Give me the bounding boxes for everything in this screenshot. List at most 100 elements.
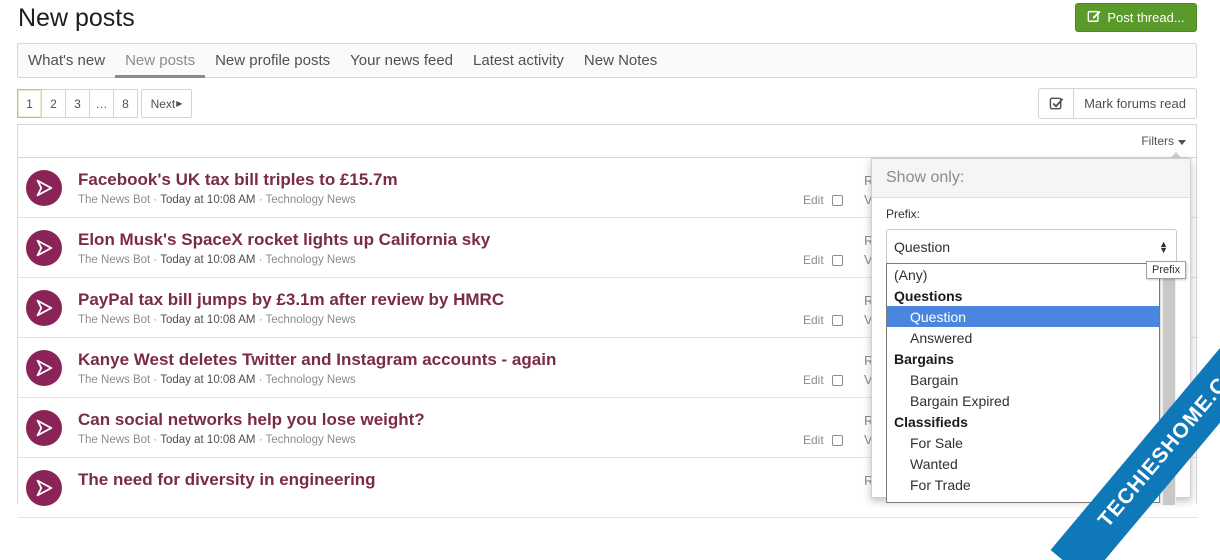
edit-icon xyxy=(1087,9,1101,26)
thread-title[interactable]: Facebook's UK tax bill triples to £15.7m xyxy=(78,170,398,190)
tab-whats-new[interactable]: What's new xyxy=(18,44,115,77)
option-group-label: Bargains xyxy=(894,350,954,367)
thread-title[interactable]: PayPal tax bill jumps by £3.1m after rev… xyxy=(78,290,504,310)
page-link[interactable]: 3 xyxy=(65,89,90,118)
thread-author[interactable]: The News Bot xyxy=(78,374,150,386)
edit-label[interactable]: Edit xyxy=(803,313,824,327)
thread-title[interactable]: Elon Musk's SpaceX rocket lights up Cali… xyxy=(78,230,490,250)
prefix-select[interactable]: Question ▲ ▼ xyxy=(886,229,1177,264)
avatar[interactable] xyxy=(26,470,62,506)
thread-date: Today at 10:08 AM xyxy=(160,314,256,326)
thread-forum[interactable]: Technology News xyxy=(266,254,356,266)
thread-date: Today at 10:08 AM xyxy=(160,194,256,206)
prefix-option[interactable]: Question xyxy=(887,306,1159,327)
prefix-option[interactable]: For Trade xyxy=(887,474,1159,495)
next-page-button[interactable]: Next ▶ xyxy=(141,89,192,118)
edit-control: Edit xyxy=(803,193,843,207)
thread-author[interactable]: The News Bot xyxy=(78,254,150,266)
filter-bar: Filters xyxy=(18,125,1196,158)
edit-control: Edit xyxy=(803,253,843,267)
select-checkbox[interactable] xyxy=(831,194,843,206)
thread-forum[interactable]: Technology News xyxy=(266,374,356,386)
page-ellipsis[interactable]: … xyxy=(89,89,114,118)
edit-control: Edit xyxy=(803,433,843,447)
mark-forums-read-label: Mark forums read xyxy=(1084,96,1186,111)
prefix-option[interactable]: For Sale xyxy=(887,432,1159,453)
option-group-label: Classifieds xyxy=(894,413,968,430)
select-checkbox[interactable] xyxy=(831,374,843,386)
select-checkbox[interactable] xyxy=(831,434,843,446)
edit-control: Edit xyxy=(803,313,843,327)
tab-your-news-feed[interactable]: Your news feed xyxy=(340,44,463,77)
play-logo-icon xyxy=(36,359,53,377)
prefix-tooltip: Prefix xyxy=(1146,261,1187,279)
thread-title[interactable]: Kanye West deletes Twitter and Instagram… xyxy=(78,350,556,370)
check-square-icon xyxy=(1039,89,1074,118)
prefix-option[interactable]: Bargain Expired xyxy=(887,390,1159,411)
pagination: 1 2 3 … 8 Next ▶ xyxy=(17,89,192,118)
avatar[interactable] xyxy=(26,230,62,266)
page-link[interactable]: 2 xyxy=(41,89,66,118)
edit-label[interactable]: Edit xyxy=(803,373,824,387)
page-title: New posts xyxy=(18,4,135,32)
prefix-option[interactable]: Answered xyxy=(887,327,1159,348)
thread-meta: The News Bot · Today at 10:08 AM · Techn… xyxy=(78,194,356,206)
filter-menu-heading: Show only: xyxy=(872,159,1190,198)
thread-author[interactable]: The News Bot xyxy=(78,194,150,206)
thread-forum[interactable]: Technology News xyxy=(266,434,356,446)
avatar[interactable] xyxy=(26,170,62,206)
caret-right-icon: ▶ xyxy=(176,99,183,108)
avatar[interactable] xyxy=(26,290,62,326)
thread-date: Today at 10:08 AM xyxy=(160,434,256,446)
thread-forum[interactable]: Technology News xyxy=(266,194,356,206)
prefix-option[interactable]: Wanted xyxy=(887,453,1159,474)
tab-latest-activity[interactable]: Latest activity xyxy=(463,44,574,77)
page-link[interactable]: 8 xyxy=(113,89,138,118)
edit-label[interactable]: Edit xyxy=(803,253,824,267)
edit-label[interactable]: Edit xyxy=(803,433,824,447)
page-link[interactable]: 1 xyxy=(17,89,42,118)
next-label: Next xyxy=(150,96,176,111)
thread-author[interactable]: The News Bot xyxy=(78,434,150,446)
thread-date: Today at 10:08 AM xyxy=(160,254,256,266)
prefix-option[interactable]: (Any) xyxy=(887,264,1159,285)
scrollbar-thumb[interactable] xyxy=(1163,265,1175,505)
edit-label[interactable]: Edit xyxy=(803,193,824,207)
options-scrollbar[interactable] xyxy=(1160,263,1176,505)
tab-bar: What's new New posts New profile posts Y… xyxy=(17,43,1197,78)
post-thread-label: Post thread... xyxy=(1107,10,1185,25)
thread-author[interactable]: The News Bot xyxy=(78,314,150,326)
thread-meta: The News Bot · Today at 10:08 AM · Techn… xyxy=(78,314,356,326)
mark-forums-read-button[interactable]: Mark forums read xyxy=(1038,88,1197,119)
post-thread-button[interactable]: Post thread... xyxy=(1075,3,1197,32)
option-group-label: Questions xyxy=(894,287,963,304)
thread-date: Today at 10:08 AM xyxy=(160,374,256,386)
avatar[interactable] xyxy=(26,410,62,446)
edit-control: Edit xyxy=(803,373,843,387)
tab-new-notes[interactable]: New Notes xyxy=(574,44,667,77)
thread-title[interactable]: The need for diversity in engineering xyxy=(78,470,376,490)
thread-meta: The News Bot · Today at 10:08 AM · Techn… xyxy=(78,254,356,266)
filters-toggle[interactable]: Filters xyxy=(1141,134,1186,148)
avatar[interactable] xyxy=(26,350,62,386)
prefix-options-list: (Any) Questions Question Answered Bargains Ba… xyxy=(886,263,1160,503)
thread-meta: The News Bot · Today at 10:08 AM · Techn… xyxy=(78,374,356,386)
play-logo-icon xyxy=(36,479,53,497)
caret-down-icon xyxy=(1178,140,1186,145)
play-logo-icon xyxy=(36,299,53,317)
thread-meta: The News Bot · Today at 10:08 AM · Techn… xyxy=(78,434,356,446)
tab-new-profile-posts[interactable]: New profile posts xyxy=(205,44,340,77)
select-arrows-icon: ▲ ▼ xyxy=(1159,239,1168,255)
thread-forum[interactable]: Technology News xyxy=(266,314,356,326)
prefix-option[interactable]: Bargain xyxy=(887,369,1159,390)
filters-label: Filters xyxy=(1141,134,1174,148)
tab-new-posts[interactable]: New posts xyxy=(115,44,206,78)
play-logo-icon xyxy=(36,239,53,257)
play-logo-icon xyxy=(36,179,53,197)
prefix-select-value: Question xyxy=(894,238,951,255)
select-checkbox[interactable] xyxy=(831,254,843,266)
select-checkbox[interactable] xyxy=(831,314,843,326)
prefix-label: Prefix: xyxy=(886,207,921,221)
thread-title[interactable]: Can social networks help you lose weight… xyxy=(78,410,425,430)
play-logo-icon xyxy=(36,419,53,437)
